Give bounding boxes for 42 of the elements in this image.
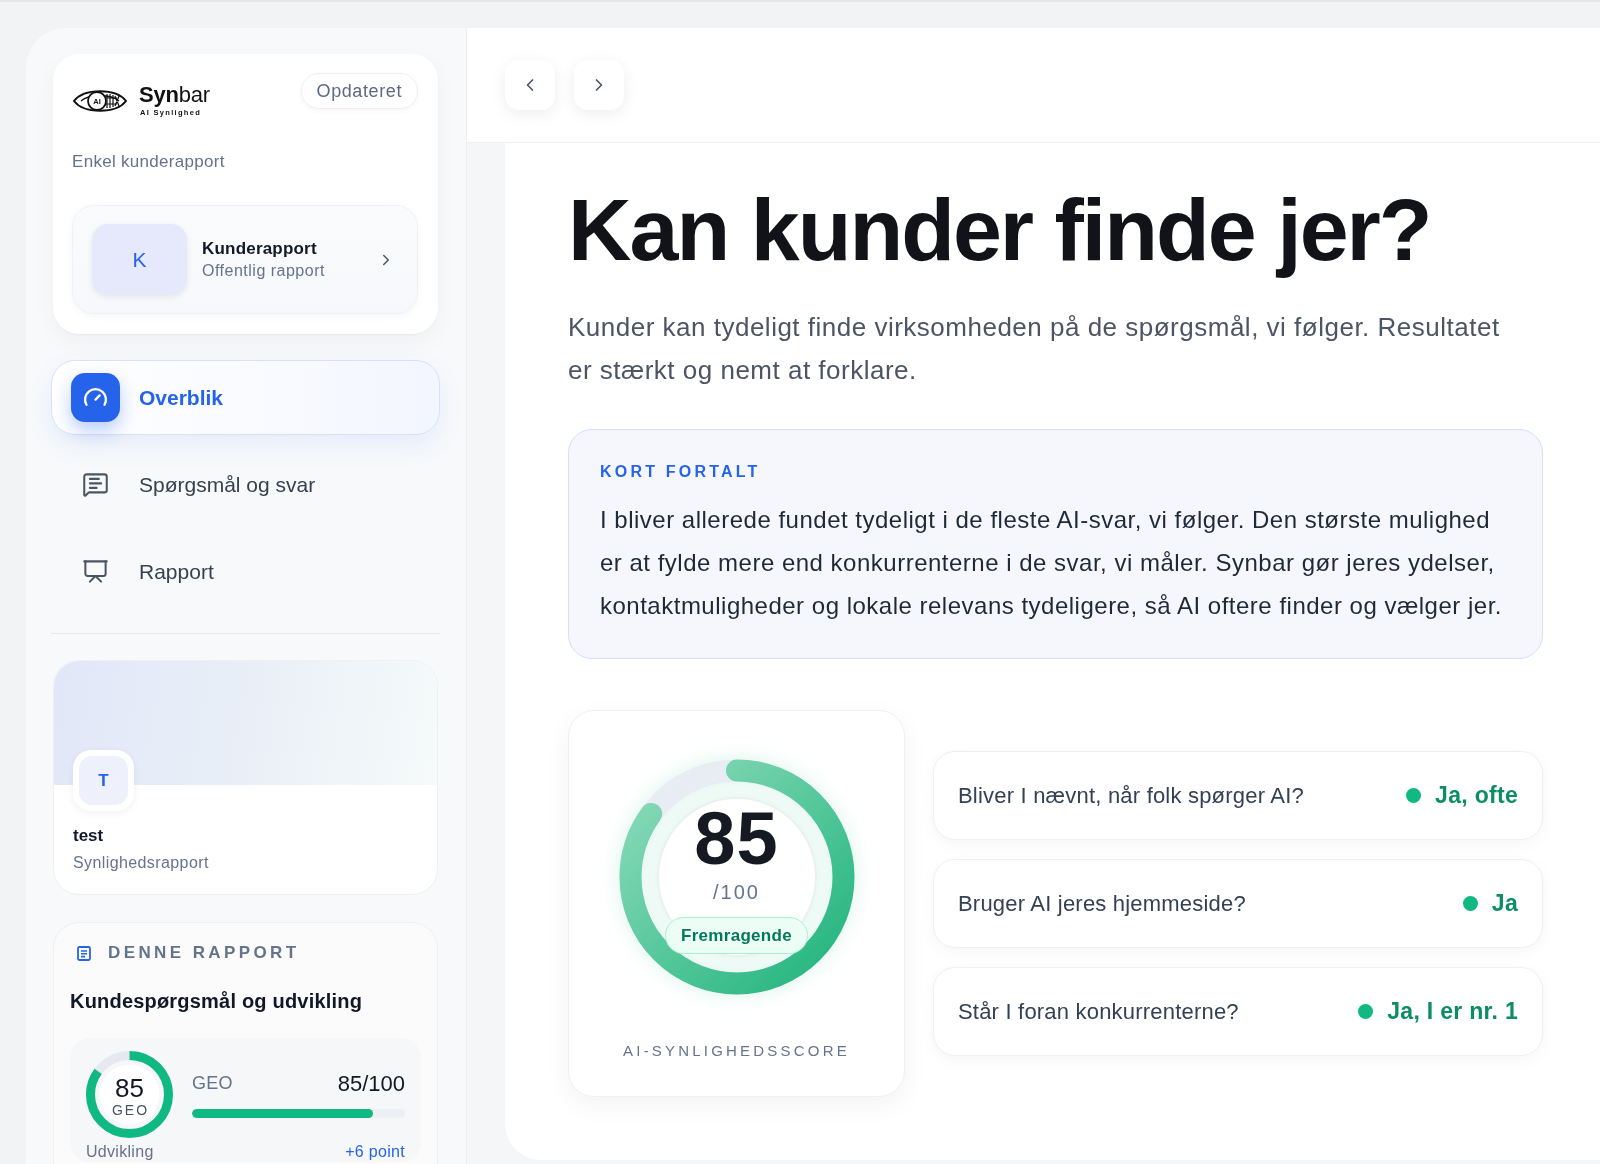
- ring-label: GEO: [111, 1101, 150, 1118]
- report-link[interactable]: K Kunderapport Offentlig rapport: [72, 205, 418, 314]
- summary-text: I bliver allerede fundet tydeligt i de fleste AI-svar, vi følger. Den største mulighed er at fylde mere end konkurrenterne i de svar, vi måler. Synbar gør jeres ydelser, kontaktmuligheder og lokale relevans tydeligere, så AI oftere finder og vælger jer.: [600, 505, 1503, 621]
- letter-avatar: T: [73, 750, 134, 811]
- status-badge: Opdateret: [300, 73, 418, 109]
- summary-label: KORT FORTALT: [600, 462, 762, 482]
- metric-label: GEO: [192, 1073, 233, 1094]
- metric-reading: 85/100: [337, 1070, 405, 1097]
- check-answer: Ja, I er nr. 1: [1387, 998, 1518, 1025]
- profile-subtitle: Synlighedsrapport: [73, 853, 209, 873]
- nav-item[interactable]: Overblik: [51, 360, 440, 435]
- page-heading: Kan kunder finde jer?: [568, 182, 1432, 278]
- card-heading: DENNE RAPPORT: [108, 943, 300, 963]
- easel-screen-icon: [82, 558, 109, 585]
- gauge-icon: [71, 373, 120, 422]
- brand-name: Synbar: [139, 84, 210, 106]
- trend-label: Udvikling: [86, 1142, 154, 1162]
- check-question: Står I foran konkurrenterne?: [958, 998, 1239, 1025]
- status-dot-icon: [1358, 1004, 1374, 1019]
- brand-subtitle: Enkel kunderapport: [72, 151, 226, 173]
- letter-avatar: K: [92, 224, 187, 295]
- chat-lines-icon: [82, 471, 109, 498]
- check-question: Bruger AI jeres hjemmeside?: [958, 890, 1246, 917]
- nav-item[interactable]: Spørgsmål og svar: [51, 447, 440, 522]
- score-value: 85: [694, 803, 779, 875]
- status-dot-icon: [1462, 896, 1478, 911]
- check-answer: Ja: [1491, 890, 1518, 917]
- rating-badge: Fremragende: [665, 917, 808, 954]
- nav-item[interactable]: Rapport: [51, 534, 440, 609]
- check-answer: Ja, ofte: [1435, 782, 1518, 809]
- score-caption: AI-SYNLIGHEDSSCORE: [623, 1041, 850, 1061]
- forward-button[interactable]: [574, 60, 624, 110]
- check-question: Bliver I nævnt, når folk spørger AI?: [958, 782, 1304, 809]
- document-icon: [77, 945, 91, 961]
- status-dot-icon: [1406, 788, 1422, 803]
- card-title: Kundespørgsmål og udvikling: [70, 990, 364, 1012]
- trend-value: +6 point: [345, 1142, 405, 1162]
- profile-name: test: [73, 825, 104, 847]
- back-button[interactable]: [505, 60, 555, 110]
- ring-value: 85: [115, 1073, 144, 1102]
- intro-text: Kunder kan tydeligt finde virksomheden på de spørgsmål, vi følger. Resultatet er stærkt og nemt at forklare.: [568, 311, 1501, 387]
- score-scale: /100: [713, 880, 760, 904]
